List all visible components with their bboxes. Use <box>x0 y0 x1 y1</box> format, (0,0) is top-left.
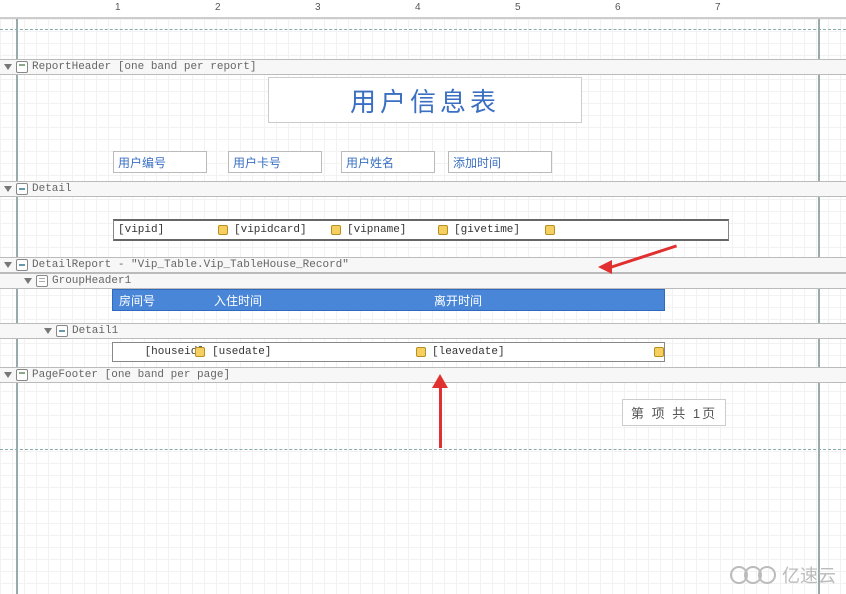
ruler-tick-1: 1 <box>115 2 121 13</box>
top-margin-line <box>0 29 846 30</box>
group-header-area[interactable]: 房间号 入住时间 离开时间 <box>0 289 846 323</box>
band-group-header[interactable]: GroupHeader1 <box>0 273 846 289</box>
band-label: PageFooter <box>32 369 98 381</box>
smart-tag-icon[interactable] <box>218 225 228 235</box>
ruler-tick-4: 4 <box>415 2 421 13</box>
bottom-margin-line <box>0 449 846 450</box>
cell-vipid[interactable]: [vipid] <box>114 221 230 239</box>
chevron-down-icon[interactable] <box>24 278 32 284</box>
cell-vipname[interactable]: [vipname] <box>343 221 450 239</box>
smart-tag-icon[interactable] <box>331 225 341 235</box>
band-suffix: [one band per report] <box>118 61 257 73</box>
ruler-horizontal: 1 2 3 4 5 6 7 <box>0 0 846 18</box>
ruler-tick-3: 3 <box>315 2 321 13</box>
cell-leavedate[interactable]: [leavedate] <box>428 343 666 361</box>
report-header-area[interactable]: 用户信息表 用户编号 用户卡号 用户姓名 添加时间 <box>0 75 846 181</box>
band-detail[interactable]: Detail <box>0 181 846 197</box>
ruler-tick-6: 6 <box>615 2 621 13</box>
band-label: Detail <box>32 183 72 195</box>
smart-tag-icon[interactable] <box>438 225 448 235</box>
smart-tag-icon[interactable] <box>195 347 205 357</box>
report-title-label[interactable]: 用户信息表 <box>268 77 582 123</box>
band-page-footer[interactable]: PageFooter [one band per page] <box>0 367 846 383</box>
gh-leavedate[interactable]: 离开时间 <box>428 290 658 310</box>
band-detail-report[interactable]: DetailReport - "Vip_Table.Vip_TableHouse… <box>0 257 846 273</box>
band-label: DetailReport <box>32 259 111 271</box>
group-header-row[interactable]: 房间号 入住时间 离开时间 <box>112 289 665 311</box>
cell-givetime[interactable]: [givetime] <box>450 221 557 239</box>
page-footer-icon <box>16 369 28 381</box>
col-header-vipid[interactable]: 用户编号 <box>113 151 207 173</box>
smart-tag-icon[interactable] <box>416 347 426 357</box>
report-header-icon <box>16 61 28 73</box>
chevron-down-icon[interactable] <box>4 262 12 268</box>
ruler-tick-2: 2 <box>215 2 221 13</box>
cell-usedate[interactable]: [usedate] <box>208 343 428 361</box>
cell-houseid[interactable]: [houseid] <box>113 343 208 361</box>
detail-data-row[interactable]: [vipid] [vipidcard] [vipname] [givetime] <box>113 219 729 241</box>
cell-vipcard[interactable]: [vipidcard] <box>230 221 343 239</box>
smart-tag-icon[interactable] <box>545 225 555 235</box>
col-header-vipcard[interactable]: 用户卡号 <box>228 151 322 173</box>
detail-icon <box>16 183 28 195</box>
band-suffix: - "Vip_Table.Vip_TableHouse_Record" <box>118 259 349 271</box>
page-footer-area[interactable]: 第 项 共 1页 <box>0 383 846 443</box>
page-info-label[interactable]: 第 项 共 1页 <box>622 399 726 426</box>
chevron-down-icon[interactable] <box>4 186 12 192</box>
detail-area[interactable]: [vipid] [vipidcard] [vipname] [givetime] <box>0 197 846 257</box>
chevron-down-icon[interactable] <box>44 328 52 334</box>
detail1-data-row[interactable]: [houseid] [usedate] [leavedate] <box>112 342 665 362</box>
band-label: GroupHeader1 <box>52 275 131 287</box>
design-canvas[interactable]: ReportHeader [one band per report] 用户信息表… <box>0 18 846 594</box>
ruler-tick-5: 5 <box>515 2 521 13</box>
band-suffix: [one band per page] <box>105 369 230 381</box>
band-detail1[interactable]: Detail1 <box>0 323 846 339</box>
detail-report-icon <box>16 259 28 271</box>
col-header-vipname[interactable]: 用户姓名 <box>341 151 435 173</box>
col-header-givetime[interactable]: 添加时间 <box>448 151 552 173</box>
band-label: Detail1 <box>72 325 118 337</box>
detail1-area[interactable]: [houseid] [usedate] [leavedate] <box>0 339 846 367</box>
band-label: ReportHeader <box>32 61 111 73</box>
watermark: 亿速云 <box>734 562 836 588</box>
smart-tag-icon[interactable] <box>654 347 664 357</box>
chevron-down-icon[interactable] <box>4 64 12 70</box>
ruler-tick-7: 7 <box>715 2 721 13</box>
gh-houseid[interactable]: 房间号 <box>113 290 208 310</box>
gh-usedate[interactable]: 入住时间 <box>208 290 428 310</box>
group-header-icon <box>36 275 48 287</box>
detail1-icon <box>56 325 68 337</box>
band-report-header[interactable]: ReportHeader [one band per report] <box>0 59 846 75</box>
chevron-down-icon[interactable] <box>4 372 12 378</box>
